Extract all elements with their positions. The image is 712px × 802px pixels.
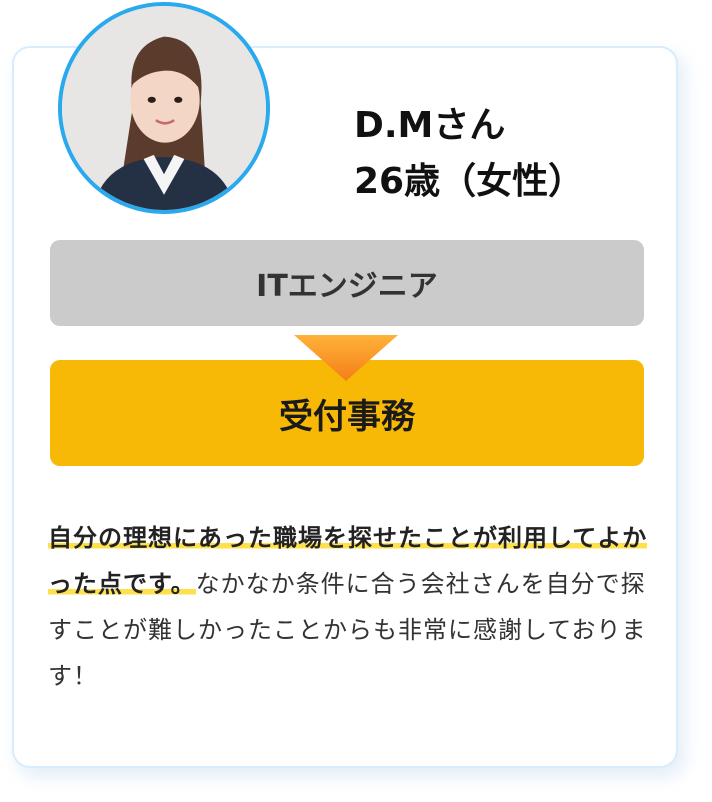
person-info: D.Mさん 26歳（女性）	[354, 98, 584, 210]
testimonial-text: 自分の理想にあった職場を探せたことが利用してよかった点です。なかなか条件に合う会…	[48, 515, 648, 699]
arrow-down-icon	[294, 335, 398, 381]
person-name: D.Mさん	[354, 105, 506, 146]
avatar	[58, 2, 270, 214]
previous-job-label: ITエンジニア	[50, 240, 644, 326]
person-age-gender: 26歳（女性）	[354, 161, 585, 202]
portrait-image	[62, 6, 266, 210]
